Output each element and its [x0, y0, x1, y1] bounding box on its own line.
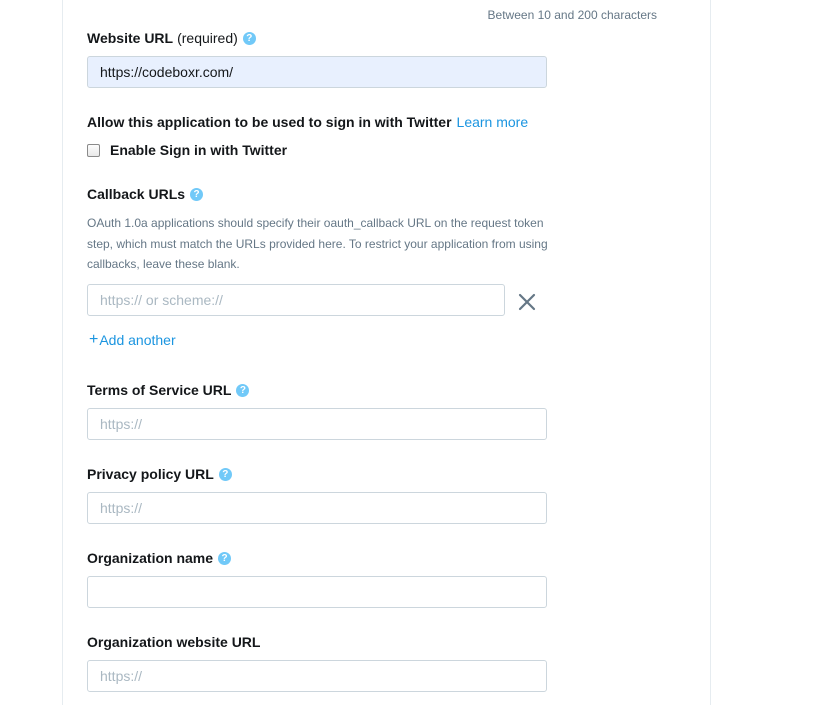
sign-in-heading: Allow this application to be used to sig… — [87, 114, 528, 130]
terms-url-label-text: Terms of Service URL — [87, 382, 232, 398]
callback-description: OAuth 1.0a applications should specify t… — [87, 216, 548, 271]
org-name-label: Organization name ? — [87, 550, 232, 566]
help-icon[interactable]: ? — [190, 187, 204, 201]
length-hint: Between 10 and 200 characters — [487, 8, 657, 22]
plus-icon: + — [89, 331, 99, 348]
privacy-url-label: Privacy policy URL ? — [87, 466, 232, 482]
enable-sign-in-label[interactable]: Enable Sign in with Twitter — [110, 142, 287, 158]
org-website-label: Organization website URL — [87, 634, 260, 650]
terms-url-label: Terms of Service URL ? — [87, 382, 250, 398]
close-icon[interactable] — [515, 290, 539, 314]
help-icon[interactable]: ? — [236, 383, 250, 397]
enable-sign-in-checkbox[interactable] — [87, 143, 100, 157]
callback-url-input[interactable] — [87, 284, 505, 316]
callback-urls-label-text: Callback URLs — [87, 186, 186, 202]
terms-url-input[interactable] — [87, 408, 547, 440]
website-url-input[interactable] — [87, 56, 547, 88]
sign-in-heading-text: Allow this application to be used to sig… — [87, 114, 452, 130]
website-url-label: Website URL (required) ? — [87, 30, 256, 46]
privacy-url-label-text: Privacy policy URL — [87, 466, 214, 482]
callback-urls-label: Callback URLs ? — [87, 186, 204, 202]
org-website-input[interactable] — [87, 660, 547, 692]
help-icon[interactable]: ? — [218, 467, 232, 481]
help-icon[interactable]: ? — [218, 551, 232, 565]
website-url-label-text: Website URL — [87, 30, 174, 46]
org-name-label-text: Organization name — [87, 550, 214, 566]
org-website-label-text: Organization website URL — [87, 634, 261, 650]
help-icon[interactable]: ? — [242, 31, 256, 45]
add-another-label[interactable]: Add another — [99, 332, 175, 348]
add-another-link[interactable]: + Add another — [89, 331, 176, 349]
enable-sign-in-row[interactable]: Enable Sign in with Twitter — [87, 142, 287, 158]
learn-more-link[interactable]: Learn more — [457, 114, 529, 130]
org-name-input[interactable] — [87, 576, 547, 608]
privacy-url-input[interactable] — [87, 492, 547, 524]
required-note: (required) — [177, 30, 238, 46]
